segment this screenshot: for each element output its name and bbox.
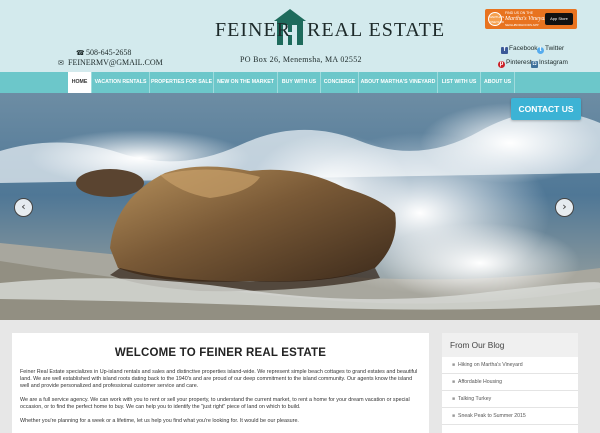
- email-line[interactable]: ✉ feinermv@gmail.com: [58, 58, 163, 67]
- contact-us-button[interactable]: CONTACT US: [511, 98, 581, 120]
- nav-home[interactable]: HOME: [68, 72, 92, 93]
- phone-icon: ☎: [76, 49, 85, 57]
- blog-sidebar: From Our Blog ■ Hiking on Martha's Vineya…: [442, 333, 578, 433]
- facebook-icon: f: [501, 47, 508, 54]
- instagram-icon: ◘: [531, 61, 538, 68]
- welcome-panel: WELCOME TO FEINER REAL ESTATE Feiner Rea…: [12, 333, 429, 433]
- blog-post-link[interactable]: ■ Sneak Peak to Summer 2015: [442, 408, 578, 425]
- logo-word-left: FEINER: [215, 19, 291, 41]
- pinterest-icon: p: [498, 61, 505, 68]
- mv-disc-logo: MARTHA'S VINEYARD: [488, 12, 504, 26]
- twitter-label: Twitter: [545, 45, 565, 52]
- site-header: FEINER REAL ESTATE PO Box 26, Menemsha, …: [0, 0, 600, 72]
- bullet-icon: ■: [452, 379, 456, 385]
- bullet-icon: ■: [452, 413, 456, 419]
- blog-post-title: Sneak Peak to Summer 2015: [458, 413, 526, 419]
- instagram-label: Instagram: [539, 59, 568, 66]
- blog-post-link[interactable]: ■ Talking Turkey: [442, 391, 578, 408]
- nav-about-us[interactable]: ABOUT US: [481, 72, 515, 93]
- pinterest-link[interactable]: p Pinterest: [498, 59, 532, 68]
- twitter-icon: t: [537, 47, 544, 54]
- phone-number: 508-645-2658: [86, 48, 132, 57]
- bullet-icon: ■: [452, 396, 456, 402]
- nav-buy-with-us[interactable]: BUY WITH US: [278, 72, 321, 93]
- logo-word-right: REAL ESTATE: [307, 19, 446, 41]
- nav-about-marthas-vineyard[interactable]: ABOUT MARTHA'S VINEYARD: [359, 72, 438, 93]
- pinterest-label: Pinterest: [506, 59, 532, 66]
- welcome-paragraph: Feiner Real Estate specializes in Up-isl…: [20, 369, 418, 389]
- nav-properties-for-sale[interactable]: PROPERTIES FOR SALE: [150, 72, 214, 93]
- chevron-right-icon: ›: [562, 200, 567, 213]
- welcome-paragraph: We are a full service agency. We can wor…: [20, 397, 410, 410]
- blog-post-link[interactable]: ■ Affordable Housing: [442, 374, 578, 391]
- bullet-icon: ■: [452, 362, 456, 368]
- envelope-icon: ✉: [58, 59, 64, 67]
- blog-heading: From Our Blog: [442, 333, 578, 357]
- office-address: PO Box 26, Menemsha, MA 02552: [240, 55, 362, 64]
- twitter-link[interactable]: t Twitter: [537, 45, 564, 54]
- slider-next-button[interactable]: ›: [555, 198, 574, 217]
- welcome-heading: WELCOME TO FEINER REAL ESTATE: [114, 347, 327, 359]
- nav-new-on-the-market[interactable]: NEW ON THE MARKET: [214, 72, 278, 93]
- nav-list-with-us[interactable]: LIST WITH US: [438, 72, 481, 93]
- blog-post-link[interactable]: ■ Hiking on Martha's Vineyard: [442, 357, 578, 374]
- slider-prev-button[interactable]: ‹: [14, 198, 33, 217]
- facebook-label: Facebook: [509, 45, 538, 52]
- chevron-left-icon: ‹: [21, 200, 26, 213]
- instagram-link[interactable]: ◘ Instagram: [531, 59, 568, 68]
- nav-concierge[interactable]: CONCIERGE: [321, 72, 359, 93]
- hero-slider[interactable]: [0, 93, 600, 320]
- welcome-paragraph: Whether you're planning for a week or a …: [20, 418, 299, 424]
- hero-photo-rock-waves: [0, 93, 600, 320]
- nav-vacation-rentals[interactable]: VACATION RENTALS: [92, 72, 150, 93]
- blog-post-title: Affordable Housing: [458, 379, 503, 385]
- martha-vineyard-app-badge[interactable]: MARTHA'S VINEYARD FIND US ON THE Martha'…: [485, 9, 577, 29]
- badge-line1: FIND US ON THE: [505, 11, 534, 15]
- phone-line[interactable]: ☎ 508-645-2658: [76, 48, 131, 57]
- blog-post-title: Talking Turkey: [458, 396, 492, 402]
- main-nav: HOME VACATION RENTALS PROPERTIES FOR SAL…: [0, 72, 600, 93]
- site-title[interactable]: FEINER REAL ESTATE: [215, 19, 445, 42]
- app-store-button[interactable]: App Store: [545, 13, 573, 25]
- email-address: feinermv@gmail.com: [68, 58, 163, 67]
- badge-line3: NEIGHBORHOODS APP: [505, 23, 539, 27]
- blog-post-title: Hiking on Martha's Vineyard: [458, 362, 523, 368]
- badge-line2: Martha's Vineyard: [505, 16, 550, 22]
- facebook-link[interactable]: f Facebook: [501, 45, 538, 54]
